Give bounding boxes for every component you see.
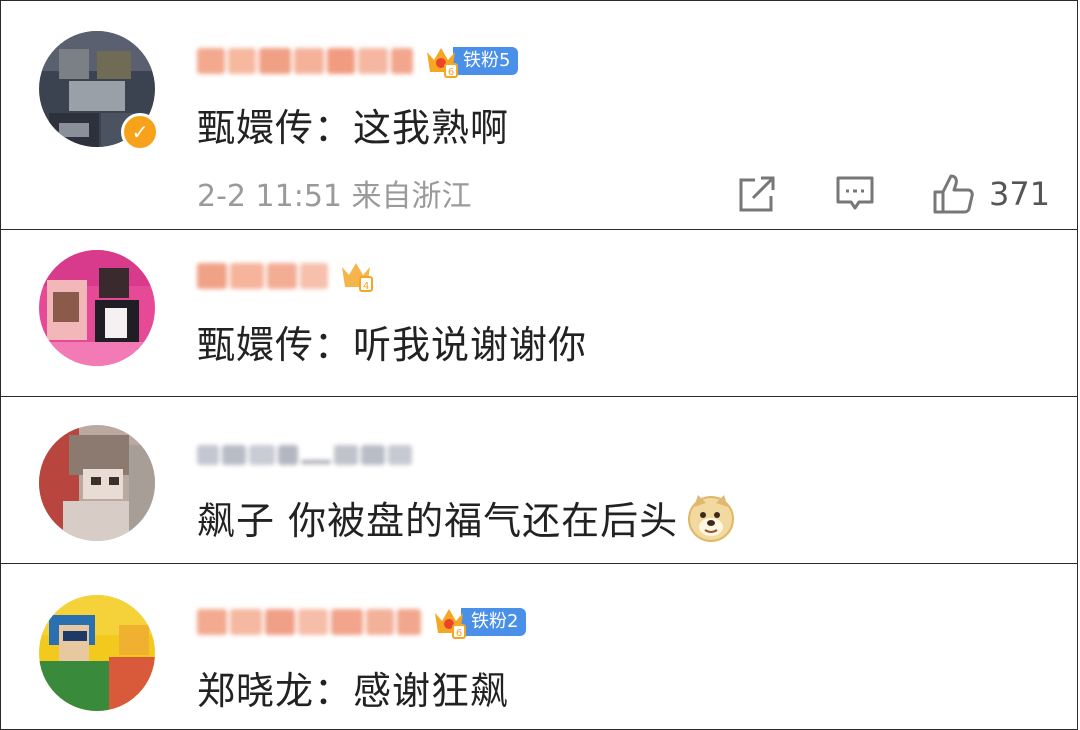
comment-text: 郑晓龙：感谢狂飙 xyxy=(197,669,510,713)
comment-meta: 2-2 11:51 来自浙江 xyxy=(197,171,472,215)
comment-text: 甄嬛传：听我说谢谢你 xyxy=(197,323,588,367)
doge-emoji-icon xyxy=(688,494,735,542)
comment-location: 来自浙江 xyxy=(351,179,472,214)
name-row: 6 铁粉2 xyxy=(197,600,527,644)
avatar[interactable] xyxy=(39,425,155,541)
crown-icon: 6 xyxy=(423,44,459,78)
like-count: 371 xyxy=(989,175,1051,213)
blurred-username[interactable] xyxy=(197,261,328,291)
crown-icon: 4 xyxy=(338,259,374,293)
comment-actions: 371 xyxy=(737,169,1050,219)
comment-text: 甄嬛传：这我熟啊 xyxy=(197,106,510,150)
like-icon[interactable] xyxy=(931,172,975,216)
avatar[interactable] xyxy=(39,595,155,711)
comment-time: 2-2 11:51 xyxy=(197,179,342,214)
svg-text:6: 6 xyxy=(456,628,462,639)
name-row: 6 铁粉5 xyxy=(197,39,519,83)
comment-icon[interactable] xyxy=(835,174,875,214)
fan-level-tag: 铁粉2 xyxy=(461,608,527,636)
avatar[interactable] xyxy=(39,250,155,366)
blurred-username[interactable] xyxy=(197,443,412,467)
name-row xyxy=(197,433,412,477)
comment-text: 飙子 你被盘的福气还在后头 xyxy=(197,490,736,545)
comment-item: 6 铁粉2 郑晓龙：感谢狂飙 xyxy=(0,563,1078,730)
blurred-username[interactable] xyxy=(197,607,421,637)
fan-badge: 6 铁粉2 xyxy=(431,605,527,639)
fan-badge: 6 铁粉5 xyxy=(423,44,519,78)
comment-item: ✓ 6 铁粉5 甄嬛传：这我熟啊 2-2 11:51 来自浙江 371 xyxy=(0,0,1078,230)
comment-text-content: 飙子 你被盘的福气还在后头 xyxy=(197,499,679,543)
fan-badge: 4 xyxy=(338,259,374,293)
crown-icon: 6 xyxy=(431,605,467,639)
verified-badge-icon: ✓ xyxy=(121,113,159,151)
fan-level-tag: 铁粉5 xyxy=(453,47,519,75)
comment-item: 4 甄嬛传：听我说谢谢你 xyxy=(0,229,1078,397)
svg-text:6: 6 xyxy=(448,67,454,78)
comment-item: 飙子 你被盘的福气还在后头 xyxy=(0,396,1078,564)
blurred-username[interactable] xyxy=(197,46,413,76)
share-icon[interactable] xyxy=(737,174,777,214)
comment-list: ✓ 6 铁粉5 甄嬛传：这我熟啊 2-2 11:51 来自浙江 371 4 甄嬛… xyxy=(0,0,1080,730)
svg-text:4: 4 xyxy=(363,281,369,292)
name-row: 4 xyxy=(197,254,374,298)
